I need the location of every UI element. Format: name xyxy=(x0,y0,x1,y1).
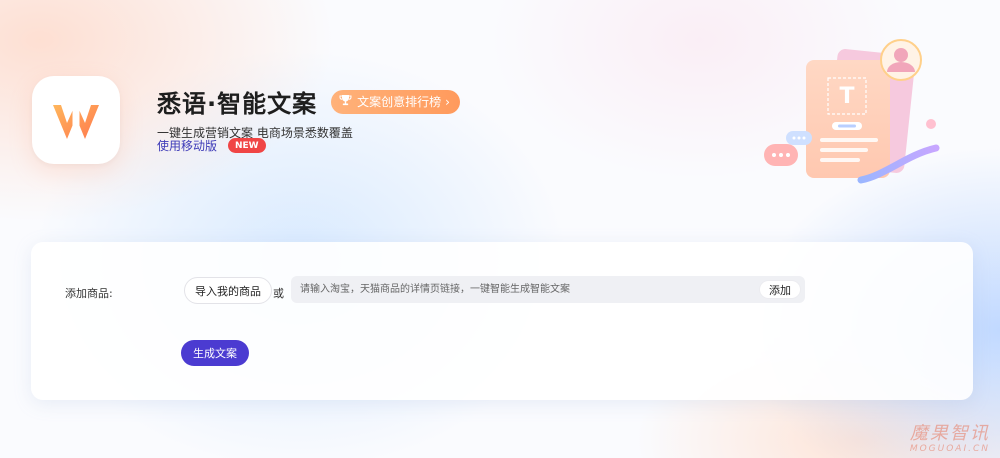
import-my-products-button[interactable]: 导入我的商品 xyxy=(184,277,272,304)
trophy-icon xyxy=(339,94,352,109)
app-title: 悉语·智能文案 xyxy=(157,90,318,118)
product-form-card: 添加商品: 导入我的商品 或 添加 生成文案 xyxy=(31,242,973,400)
generate-copy-button[interactable]: 生成文案 xyxy=(181,340,249,366)
ranking-badge-label: 文案创意排行榜 xyxy=(357,95,442,109)
mobile-version-link[interactable]: 使用移动版 xyxy=(157,137,217,154)
or-separator: 或 xyxy=(273,287,284,300)
add-link-button[interactable]: 添加 xyxy=(759,280,801,299)
product-link-field: 添加 xyxy=(291,276,805,303)
new-badge: NEW xyxy=(228,138,266,153)
watermark-text: 魔果智讯 xyxy=(909,423,990,444)
document-illustration: T xyxy=(756,30,956,200)
watermark-subtext: MOGUOAI.CN xyxy=(909,444,990,454)
watermark-logo: 魔果智讯 MOGUOAI.CN xyxy=(910,419,990,454)
product-link-input[interactable] xyxy=(291,276,751,303)
svg-text:T: T xyxy=(839,84,854,109)
app-logo-icon xyxy=(32,76,120,164)
add-product-label: 添加商品: xyxy=(65,287,113,300)
chevron-right-icon: › xyxy=(445,94,450,109)
ranking-badge-button[interactable]: 文案创意排行榜 › xyxy=(331,89,460,114)
